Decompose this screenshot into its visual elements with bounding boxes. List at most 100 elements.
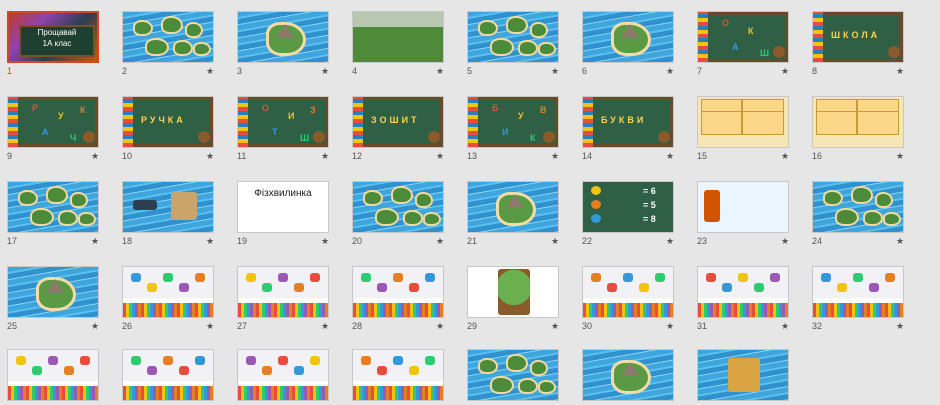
slide-preview: [238, 267, 328, 317]
toy-icon: [361, 273, 371, 282]
slide-subtitle-line: 1А клас: [42, 39, 72, 48]
toy-icon: [591, 273, 601, 282]
star-icon[interactable]: ★: [436, 151, 444, 162]
star-icon[interactable]: ★: [781, 66, 789, 77]
star-icon[interactable]: ★: [321, 66, 329, 77]
slide-thumbnail-17[interactable]: [7, 181, 99, 233]
slide-thumbnail-1[interactable]: Прощавай 1А клас: [7, 11, 99, 63]
slide-thumbnail-34[interactable]: [122, 349, 214, 401]
slide-thumbnail-15[interactable]: [697, 96, 789, 148]
star-icon[interactable]: ★: [781, 151, 789, 162]
star-icon[interactable]: ★: [666, 151, 674, 162]
slide-thumbnail-26[interactable]: [122, 266, 214, 318]
slide-thumbnail-23[interactable]: [697, 181, 789, 233]
slide-thumbnail-30[interactable]: [582, 266, 674, 318]
star-icon[interactable]: ★: [91, 321, 99, 332]
letter-tile: К: [530, 133, 536, 143]
star-icon[interactable]: ★: [321, 321, 329, 332]
slide-thumbnail-33[interactable]: [7, 349, 99, 401]
island: [506, 354, 528, 372]
letter-tile: Б: [492, 103, 499, 113]
slide-thumbnail-13[interactable]: Б УИ К В: [467, 96, 559, 148]
slide-thumbnail-37[interactable]: [467, 349, 559, 401]
slide-thumbnail-28[interactable]: [352, 266, 444, 318]
star-icon[interactable]: ★: [206, 151, 214, 162]
star-icon[interactable]: ★: [896, 321, 904, 332]
star-icon[interactable]: ★: [896, 66, 904, 77]
star-icon[interactable]: ★: [551, 151, 559, 162]
slide-thumbnail-10[interactable]: РУЧКА: [122, 96, 214, 148]
star-icon[interactable]: ★: [206, 236, 214, 247]
star-icon[interactable]: ★: [91, 236, 99, 247]
star-icon[interactable]: ★: [206, 321, 214, 332]
slide-thumbnail-11[interactable]: О ИТ Ш З: [237, 96, 329, 148]
slide-thumbnail-36[interactable]: [352, 349, 444, 401]
bear-icon: [658, 131, 670, 143]
star-icon[interactable]: ★: [206, 66, 214, 77]
pencils-decoration: [123, 97, 133, 147]
slide-thumbnail-24[interactable]: [812, 181, 904, 233]
star-icon[interactable]: ★: [321, 236, 329, 247]
slide-thumbnail-4[interactable]: [352, 11, 444, 63]
slide-preview: [813, 182, 903, 232]
star-icon[interactable]: ★: [896, 236, 904, 247]
slide-number: 31: [697, 321, 708, 331]
slide-thumbnail-7[interactable]: О КА Ш: [697, 11, 789, 63]
slide-thumbnail-22[interactable]: = 6 = 5 = 8: [582, 181, 674, 233]
star-icon[interactable]: ★: [666, 66, 674, 77]
slide-thumbnail-21[interactable]: [467, 181, 559, 233]
star-icon[interactable]: ★: [551, 321, 559, 332]
slide-thumbnail-18[interactable]: [122, 181, 214, 233]
slide-number: 12: [352, 151, 363, 161]
slide-thumbnail-35[interactable]: [237, 349, 329, 401]
slide-thumbnail-31[interactable]: [697, 266, 789, 318]
slide-preview: ШКОЛА: [813, 12, 903, 62]
star-icon[interactable]: ★: [436, 321, 444, 332]
slide-thumbnail-16[interactable]: [812, 96, 904, 148]
slide-thumbnail-6[interactable]: [582, 11, 674, 63]
slide-thumbnail-3[interactable]: [237, 11, 329, 63]
slide-thumbnail-27[interactable]: [237, 266, 329, 318]
star-icon[interactable]: ★: [666, 236, 674, 247]
island: [851, 186, 873, 204]
star-icon[interactable]: ★: [91, 151, 99, 162]
slide-thumbnail-20[interactable]: [352, 181, 444, 233]
slide-thumbnail-32[interactable]: [812, 266, 904, 318]
slide-thumbnail-12[interactable]: ЗОШИТ: [352, 96, 444, 148]
toy-icon: [262, 366, 272, 375]
star-icon[interactable]: ★: [896, 151, 904, 162]
slide-thumbnail-19[interactable]: Фізхвилинка: [237, 181, 329, 233]
slide-preview: [123, 267, 213, 317]
star-icon[interactable]: ★: [781, 236, 789, 247]
puzzle-piece: [742, 110, 784, 135]
star-icon[interactable]: ★: [321, 151, 329, 162]
slide-number: 24: [812, 236, 823, 246]
slide-thumbnail-38[interactable]: [582, 349, 674, 401]
slide-thumbnail-29[interactable]: [467, 266, 559, 318]
slide-thumbnail-25[interactable]: [7, 266, 99, 318]
slide-preview: [238, 12, 328, 62]
star-icon[interactable]: ★: [436, 236, 444, 247]
toy-icon: [623, 273, 633, 282]
star-icon[interactable]: ★: [436, 66, 444, 77]
slide-thumbnail-39[interactable]: [697, 349, 789, 401]
star-icon[interactable]: ★: [551, 236, 559, 247]
word-label: ЗОШИТ: [371, 115, 420, 125]
slide-number: 13: [467, 151, 478, 161]
slide-preview: Прощавай 1А клас: [9, 13, 97, 61]
toy-icon: [179, 283, 189, 292]
slide-thumbnail-9[interactable]: Р УА Ч К: [7, 96, 99, 148]
slide-thumbnail-5[interactable]: [467, 11, 559, 63]
fox-icon: [704, 190, 720, 222]
island: [18, 190, 38, 206]
slide-thumbnail-14[interactable]: БУКВИ: [582, 96, 674, 148]
word-label: ШКОЛА: [831, 30, 881, 40]
star-icon[interactable]: ★: [781, 321, 789, 332]
island: [46, 186, 68, 204]
slide-number: 22: [582, 236, 593, 246]
slide-thumbnail-8[interactable]: ШКОЛА: [812, 11, 904, 63]
star-icon[interactable]: ★: [666, 321, 674, 332]
slide-preview: [583, 267, 673, 317]
star-icon[interactable]: ★: [551, 66, 559, 77]
slide-thumbnail-2[interactable]: [122, 11, 214, 63]
